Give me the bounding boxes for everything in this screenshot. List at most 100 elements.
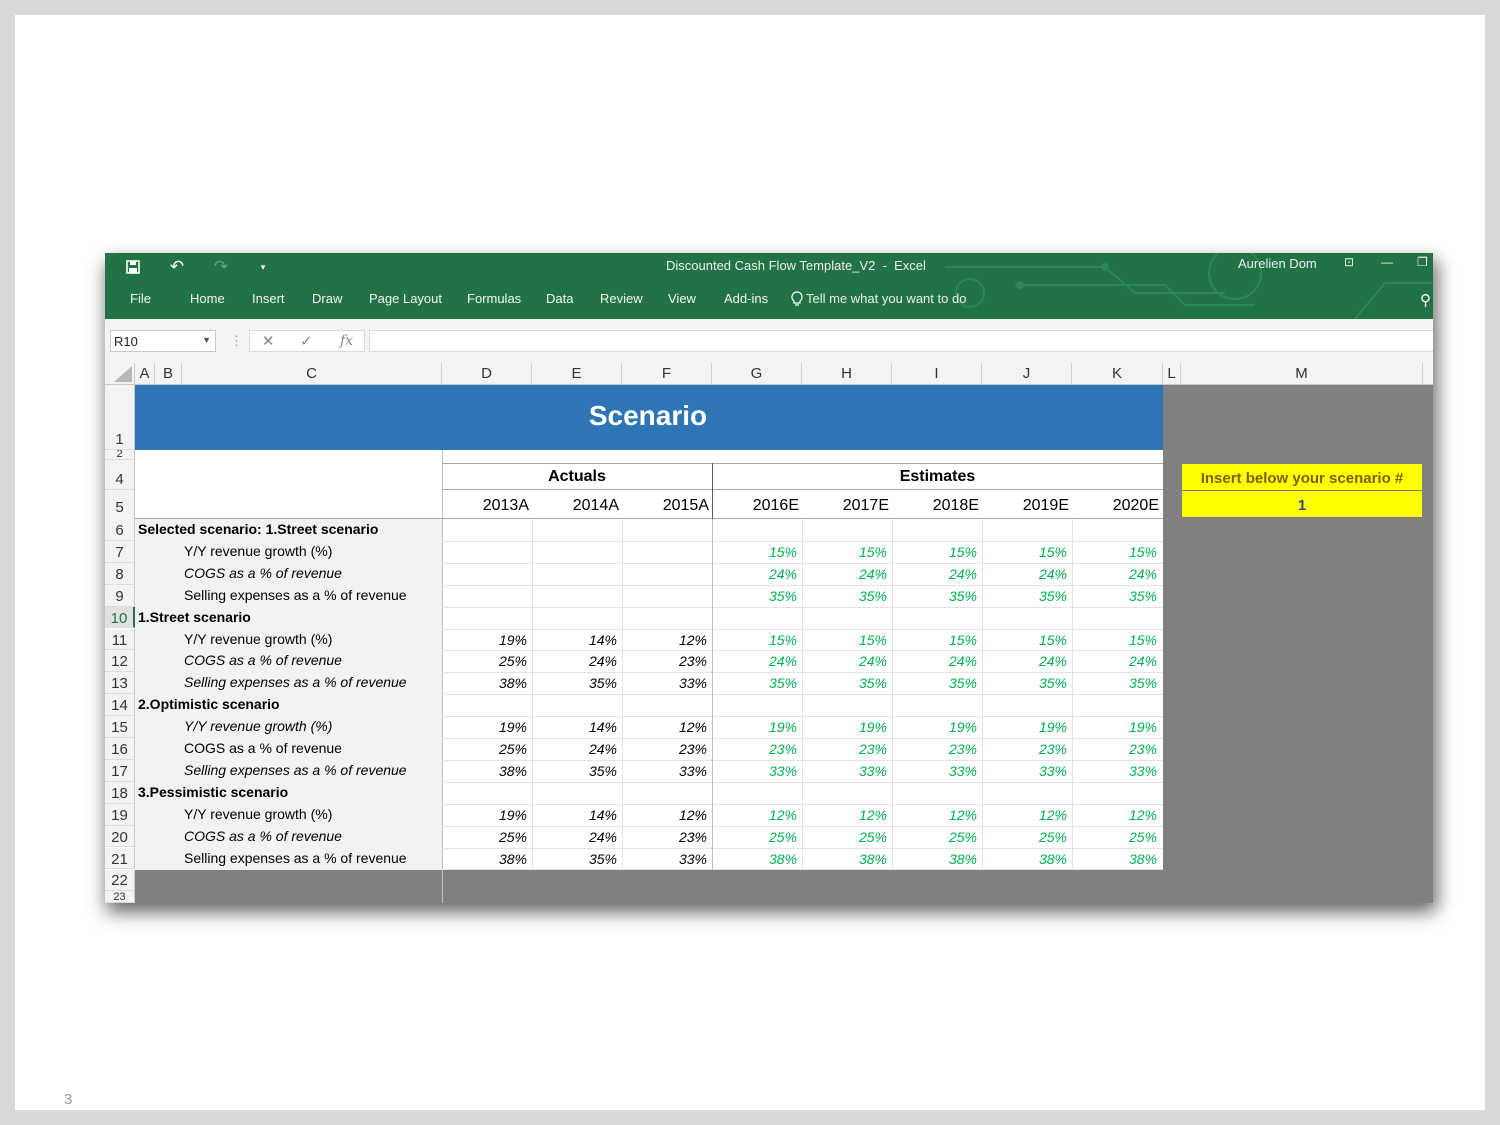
row-header-12[interactable]: 12 (105, 650, 135, 673)
estimate-value-cell[interactable]: 19% (712, 719, 797, 735)
cancel-icon[interactable]: ✕ (262, 332, 275, 350)
row-header-21[interactable]: 21 (105, 847, 135, 870)
row-label[interactable]: Selling expenses as a % of revenue (184, 762, 407, 778)
estimate-value-cell[interactable]: 38% (802, 851, 887, 867)
column-header-c[interactable]: C (182, 363, 442, 385)
row-header-16[interactable]: 16 (105, 738, 135, 760)
estimate-value-cell[interactable]: 35% (802, 675, 887, 691)
row-header-8[interactable]: 8 (105, 562, 135, 585)
estimate-value-cell[interactable]: 15% (802, 632, 887, 648)
estimate-value-cell[interactable]: 38% (1072, 851, 1157, 867)
estimate-value-cell[interactable]: 12% (982, 807, 1067, 823)
estimate-value-cell[interactable]: 35% (1072, 675, 1157, 691)
row-header-17[interactable]: 17 (105, 759, 135, 782)
row-label[interactable]: Y/Y revenue growth (%) (184, 718, 332, 734)
year-header[interactable]: 2020E (1072, 497, 1159, 515)
estimate-value-cell[interactable]: 24% (982, 566, 1067, 582)
restore-icon[interactable]: ❐ (1417, 255, 1428, 269)
year-header[interactable]: 2013A (442, 497, 529, 515)
row-header-19[interactable]: 19 (105, 803, 135, 826)
actual-value-cell[interactable]: 33% (622, 763, 707, 779)
column-header-i[interactable]: I (892, 363, 982, 385)
actual-value-cell[interactable]: 14% (532, 807, 617, 823)
estimate-value-cell[interactable]: 35% (892, 588, 977, 604)
save-icon[interactable] (123, 256, 143, 278)
section-label[interactable]: 1.Street scenario (138, 609, 251, 625)
year-header[interactable]: 2014A (532, 497, 619, 515)
row-header-5[interactable]: 5 (105, 490, 135, 520)
row-label[interactable]: COGS as a % of revenue (184, 828, 342, 844)
row-label[interactable]: Selling expenses as a % of revenue (184, 674, 407, 690)
actual-value-cell[interactable]: 12% (622, 719, 707, 735)
row-header-18[interactable]: 18 (105, 781, 135, 804)
estimate-value-cell[interactable]: 12% (712, 807, 797, 823)
row-header-10[interactable]: 10 (105, 606, 135, 629)
row-header-20[interactable]: 20 (105, 825, 135, 848)
column-header-d[interactable]: D (442, 363, 532, 385)
estimate-value-cell[interactable]: 19% (982, 719, 1067, 735)
row-label[interactable]: Y/Y revenue growth (%) (184, 543, 332, 559)
row-label[interactable]: Y/Y revenue growth (%) (184, 631, 332, 647)
row-label[interactable]: COGS as a % of revenue (184, 652, 342, 668)
undo-icon[interactable]: ↶ (167, 256, 187, 278)
estimate-value-cell[interactable]: 12% (1072, 807, 1157, 823)
tab-view[interactable]: View (668, 291, 696, 306)
actual-value-cell[interactable]: 24% (532, 653, 617, 669)
estimate-value-cell[interactable]: 35% (712, 588, 797, 604)
estimate-value-cell[interactable]: 38% (712, 851, 797, 867)
estimate-value-cell[interactable]: 33% (982, 763, 1067, 779)
estimate-value-cell[interactable]: 33% (892, 763, 977, 779)
estimate-value-cell[interactable]: 15% (802, 544, 887, 560)
minimize-icon[interactable]: — (1381, 255, 1393, 269)
estimate-value-cell[interactable]: 24% (802, 653, 887, 669)
estimate-value-cell[interactable]: 24% (892, 653, 977, 669)
tab-file[interactable]: File (130, 291, 151, 306)
actual-value-cell[interactable]: 24% (532, 741, 617, 757)
actual-value-cell[interactable]: 23% (622, 653, 707, 669)
tab-insert[interactable]: Insert (252, 291, 285, 306)
tab-page-layout[interactable]: Page Layout (369, 291, 442, 306)
estimate-value-cell[interactable]: 25% (802, 829, 887, 845)
estimate-value-cell[interactable]: 33% (802, 763, 887, 779)
row-header-2[interactable]: 2 (105, 450, 135, 460)
section-label[interactable]: 3.Pessimistic scenario (138, 784, 288, 800)
select-all-corner[interactable] (105, 363, 135, 385)
actual-value-cell[interactable]: 19% (442, 807, 527, 823)
tab-data[interactable]: Data (546, 291, 573, 306)
year-header[interactable]: 2015A (622, 497, 709, 515)
estimate-value-cell[interactable]: 23% (982, 741, 1067, 757)
section-label[interactable]: Selected scenario: 1.Street scenario (138, 521, 378, 537)
user-name[interactable]: Aurelien Dom (1238, 256, 1317, 271)
estimate-value-cell[interactable]: 15% (712, 632, 797, 648)
column-header-l[interactable]: L (1163, 363, 1181, 385)
estimate-value-cell[interactable]: 23% (1072, 741, 1157, 757)
row-header-11[interactable]: 11 (105, 628, 135, 651)
column-header-f[interactable]: F (622, 363, 712, 385)
estimate-value-cell[interactable]: 15% (982, 632, 1067, 648)
actual-value-cell[interactable]: 23% (622, 829, 707, 845)
row-label[interactable]: COGS as a % of revenue (184, 740, 342, 756)
actual-value-cell[interactable]: 35% (532, 763, 617, 779)
estimate-value-cell[interactable]: 15% (1072, 632, 1157, 648)
row-label[interactable]: Selling expenses as a % of revenue (184, 850, 407, 866)
actual-value-cell[interactable]: 38% (442, 763, 527, 779)
column-header-b[interactable]: B (155, 363, 182, 385)
actual-value-cell[interactable]: 23% (622, 741, 707, 757)
row-header-7[interactable]: 7 (105, 540, 135, 563)
actual-value-cell[interactable]: 35% (532, 851, 617, 867)
row-header-14[interactable]: 14 (105, 694, 135, 717)
column-header-a[interactable]: A (135, 363, 155, 385)
estimate-value-cell[interactable]: 24% (712, 653, 797, 669)
actual-value-cell[interactable]: 38% (442, 851, 527, 867)
actual-value-cell[interactable]: 35% (532, 675, 617, 691)
estimate-value-cell[interactable]: 35% (1072, 588, 1157, 604)
year-header[interactable]: 2019E (982, 497, 1069, 515)
share-user-icon[interactable]: ⚲ (1420, 291, 1431, 309)
actual-value-cell[interactable]: 25% (442, 653, 527, 669)
estimate-value-cell[interactable]: 35% (802, 588, 887, 604)
actual-value-cell[interactable]: 33% (622, 851, 707, 867)
estimate-value-cell[interactable]: 23% (712, 741, 797, 757)
tab-add-ins[interactable]: Add-ins (724, 291, 768, 306)
row-header-9[interactable]: 9 (105, 584, 135, 607)
actual-value-cell[interactable]: 14% (532, 719, 617, 735)
